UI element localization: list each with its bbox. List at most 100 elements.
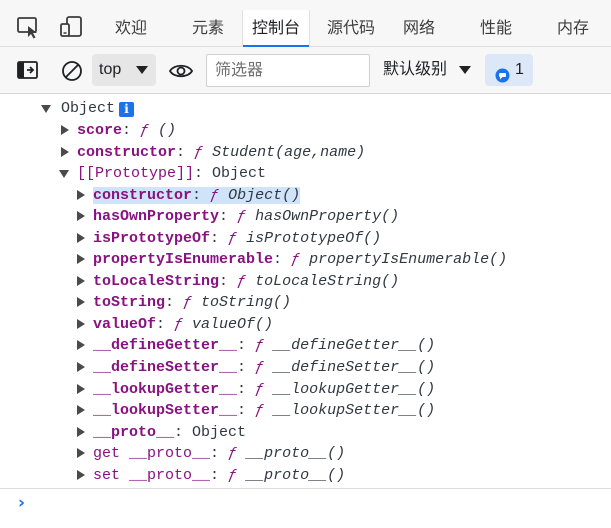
- property-separator: :: [237, 402, 256, 419]
- property-key: hasOwnProperty: [93, 208, 220, 225]
- property-row-set-proto[interactable]: set __proto__: ƒ __proto__(): [77, 465, 345, 486]
- property-value: toString(): [192, 294, 292, 311]
- tab-console[interactable]: 控制台: [242, 10, 311, 48]
- property-row-get-proto[interactable]: get __proto__: ƒ __proto__(): [77, 443, 345, 464]
- property-key: __lookupSetter__: [93, 402, 238, 419]
- tab-memory[interactable]: 内存: [548, 10, 598, 47]
- issues-badge-button[interactable]: 1: [485, 54, 533, 86]
- toggle-sidebar-icon[interactable]: [16, 60, 40, 87]
- property-row-definesetter[interactable]: __defineSetter__: ƒ __defineSetter__(): [77, 357, 435, 378]
- live-expression-eye-icon[interactable]: [168, 60, 194, 87]
- issue-message-icon: [495, 63, 510, 95]
- property-key: __lookupGetter__: [93, 381, 238, 398]
- property-row-tostring[interactable]: toString: ƒ toString(): [77, 292, 291, 313]
- collapsed-triangle-icon[interactable]: [77, 319, 85, 329]
- log-levels-label: 默认级别: [383, 61, 448, 78]
- context-selector-value: top: [99, 61, 122, 78]
- function-glyph: ƒ: [194, 144, 204, 161]
- property-row-proto[interactable]: __proto__: Object: [77, 422, 246, 443]
- property-key: propertyIsEnumerable: [93, 251, 274, 268]
- function-glyph: ƒ: [255, 402, 265, 419]
- property-value: __proto__(): [237, 445, 346, 462]
- function-glyph: ƒ: [228, 467, 238, 484]
- function-glyph: ƒ: [255, 337, 265, 354]
- tab-elements[interactable]: 元素: [183, 10, 233, 47]
- property-value: toLocaleString(): [246, 273, 400, 290]
- function-glyph: ƒ: [255, 359, 265, 376]
- property-separator: :: [192, 187, 211, 204]
- context-selector[interactable]: top: [92, 54, 156, 86]
- collapsed-triangle-icon[interactable]: [77, 448, 85, 458]
- property-separator: :: [122, 122, 141, 139]
- property-value: isPrototypeOf(): [237, 230, 382, 247]
- property-key: __defineSetter__: [93, 359, 238, 376]
- object-root-row[interactable]: Object i: [41, 98, 135, 119]
- info-icon[interactable]: i: [119, 102, 135, 117]
- property-row-constructor[interactable]: constructor: ƒ Object(): [77, 185, 301, 206]
- function-glyph: ƒ: [228, 445, 238, 462]
- clear-console-icon[interactable]: [60, 59, 84, 88]
- function-glyph: ƒ: [140, 122, 150, 139]
- devtools-tab-bar: 欢迎 元素 控制台 源代码 网络 性能 内存: [0, 0, 611, 48]
- collapsed-triangle-icon[interactable]: [61, 125, 69, 135]
- collapsed-triangle-icon[interactable]: [77, 297, 85, 307]
- property-value: hasOwnProperty(): [246, 208, 400, 225]
- console-toolbar: top 默认级别 1: [0, 47, 611, 94]
- property-row-hasownproperty[interactable]: hasOwnProperty: ƒ hasOwnProperty(): [77, 206, 399, 227]
- property-row-valueof[interactable]: valueOf: ƒ valueOf(): [77, 314, 273, 335]
- property-key: constructor: [77, 144, 177, 161]
- tab-network[interactable]: 网络: [394, 10, 444, 47]
- property-row-prototype[interactable]: [[Prototype]]: Object: [59, 163, 267, 184]
- property-row-lookupgetter[interactable]: __lookupGetter__: ƒ __lookupGetter__(): [77, 379, 435, 400]
- property-key: constructor: [93, 187, 193, 204]
- property-value: propertyIsEnumerable(): [300, 251, 508, 268]
- collapsed-triangle-icon[interactable]: [77, 233, 85, 243]
- collapsed-triangle-icon[interactable]: [77, 340, 85, 350]
- function-glyph: ƒ: [237, 273, 247, 290]
- function-glyph: ƒ: [255, 381, 265, 398]
- property-key: valueOf: [93, 316, 157, 333]
- property-row-score[interactable]: score: ƒ (): [61, 120, 176, 141]
- property-key: toString: [93, 294, 166, 311]
- property-value: Object: [212, 165, 267, 182]
- tab-welcome[interactable]: 欢迎: [106, 10, 156, 47]
- property-separator: :: [176, 144, 195, 161]
- collapsed-triangle-icon[interactable]: [77, 470, 85, 480]
- tab-performance[interactable]: 性能: [471, 10, 521, 47]
- property-row-lookupsetter[interactable]: __lookupSetter__: ƒ __lookupSetter__(): [77, 400, 435, 421]
- console-prompt-icon[interactable]: ›: [18, 493, 25, 513]
- collapsed-triangle-icon[interactable]: [77, 211, 85, 221]
- collapsed-triangle-icon[interactable]: [77, 276, 85, 286]
- property-row-tolocalestring[interactable]: toLocaleString: ƒ toLocaleString(): [77, 271, 399, 292]
- function-glyph: ƒ: [291, 251, 301, 268]
- property-key: toLocaleString: [93, 273, 220, 290]
- property-key: isPrototypeOf: [93, 230, 211, 247]
- collapsed-triangle-icon[interactable]: [77, 405, 85, 415]
- property-row-isprototypeof[interactable]: isPrototypeOf: ƒ isPrototypeOf(): [77, 228, 381, 249]
- console-output: Object i score: ƒ () constructor: ƒ Stude…: [0, 95, 611, 489]
- collapsed-triangle-icon[interactable]: [77, 190, 85, 200]
- property-separator: :: [194, 165, 213, 182]
- property-row-definegetter[interactable]: __defineGetter__: ƒ __defineGetter__(): [77, 335, 435, 356]
- property-separator: :: [237, 359, 256, 376]
- property-value: Student(age,name): [203, 144, 366, 161]
- expanded-triangle-icon[interactable]: [59, 170, 69, 178]
- property-value: Object(): [219, 187, 301, 204]
- property-row-constructor[interactable]: constructor: ƒ Student(age,name): [61, 142, 365, 163]
- filter-input[interactable]: [206, 54, 370, 87]
- collapsed-triangle-icon[interactable]: [61, 147, 69, 157]
- log-levels-dropdown[interactable]: 默认级别: [383, 54, 471, 86]
- collapsed-triangle-icon[interactable]: [77, 384, 85, 394]
- collapsed-triangle-icon[interactable]: [77, 254, 85, 264]
- inspect-element-icon[interactable]: [15, 14, 41, 40]
- collapsed-triangle-icon[interactable]: [77, 427, 85, 437]
- expanded-triangle-icon[interactable]: [41, 105, 51, 113]
- property-key: get __proto__: [93, 445, 211, 462]
- device-emulation-icon[interactable]: [58, 14, 84, 40]
- tab-sources[interactable]: 源代码: [318, 10, 384, 47]
- collapsed-triangle-icon[interactable]: [77, 362, 85, 372]
- property-key: [[Prototype]]: [77, 165, 195, 182]
- property-value: __defineGetter__(): [264, 337, 436, 354]
- property-row-propertyisenumerable[interactable]: propertyIsEnumerable: ƒ propertyIsEnumer…: [77, 249, 507, 270]
- property-separator: :: [174, 424, 193, 441]
